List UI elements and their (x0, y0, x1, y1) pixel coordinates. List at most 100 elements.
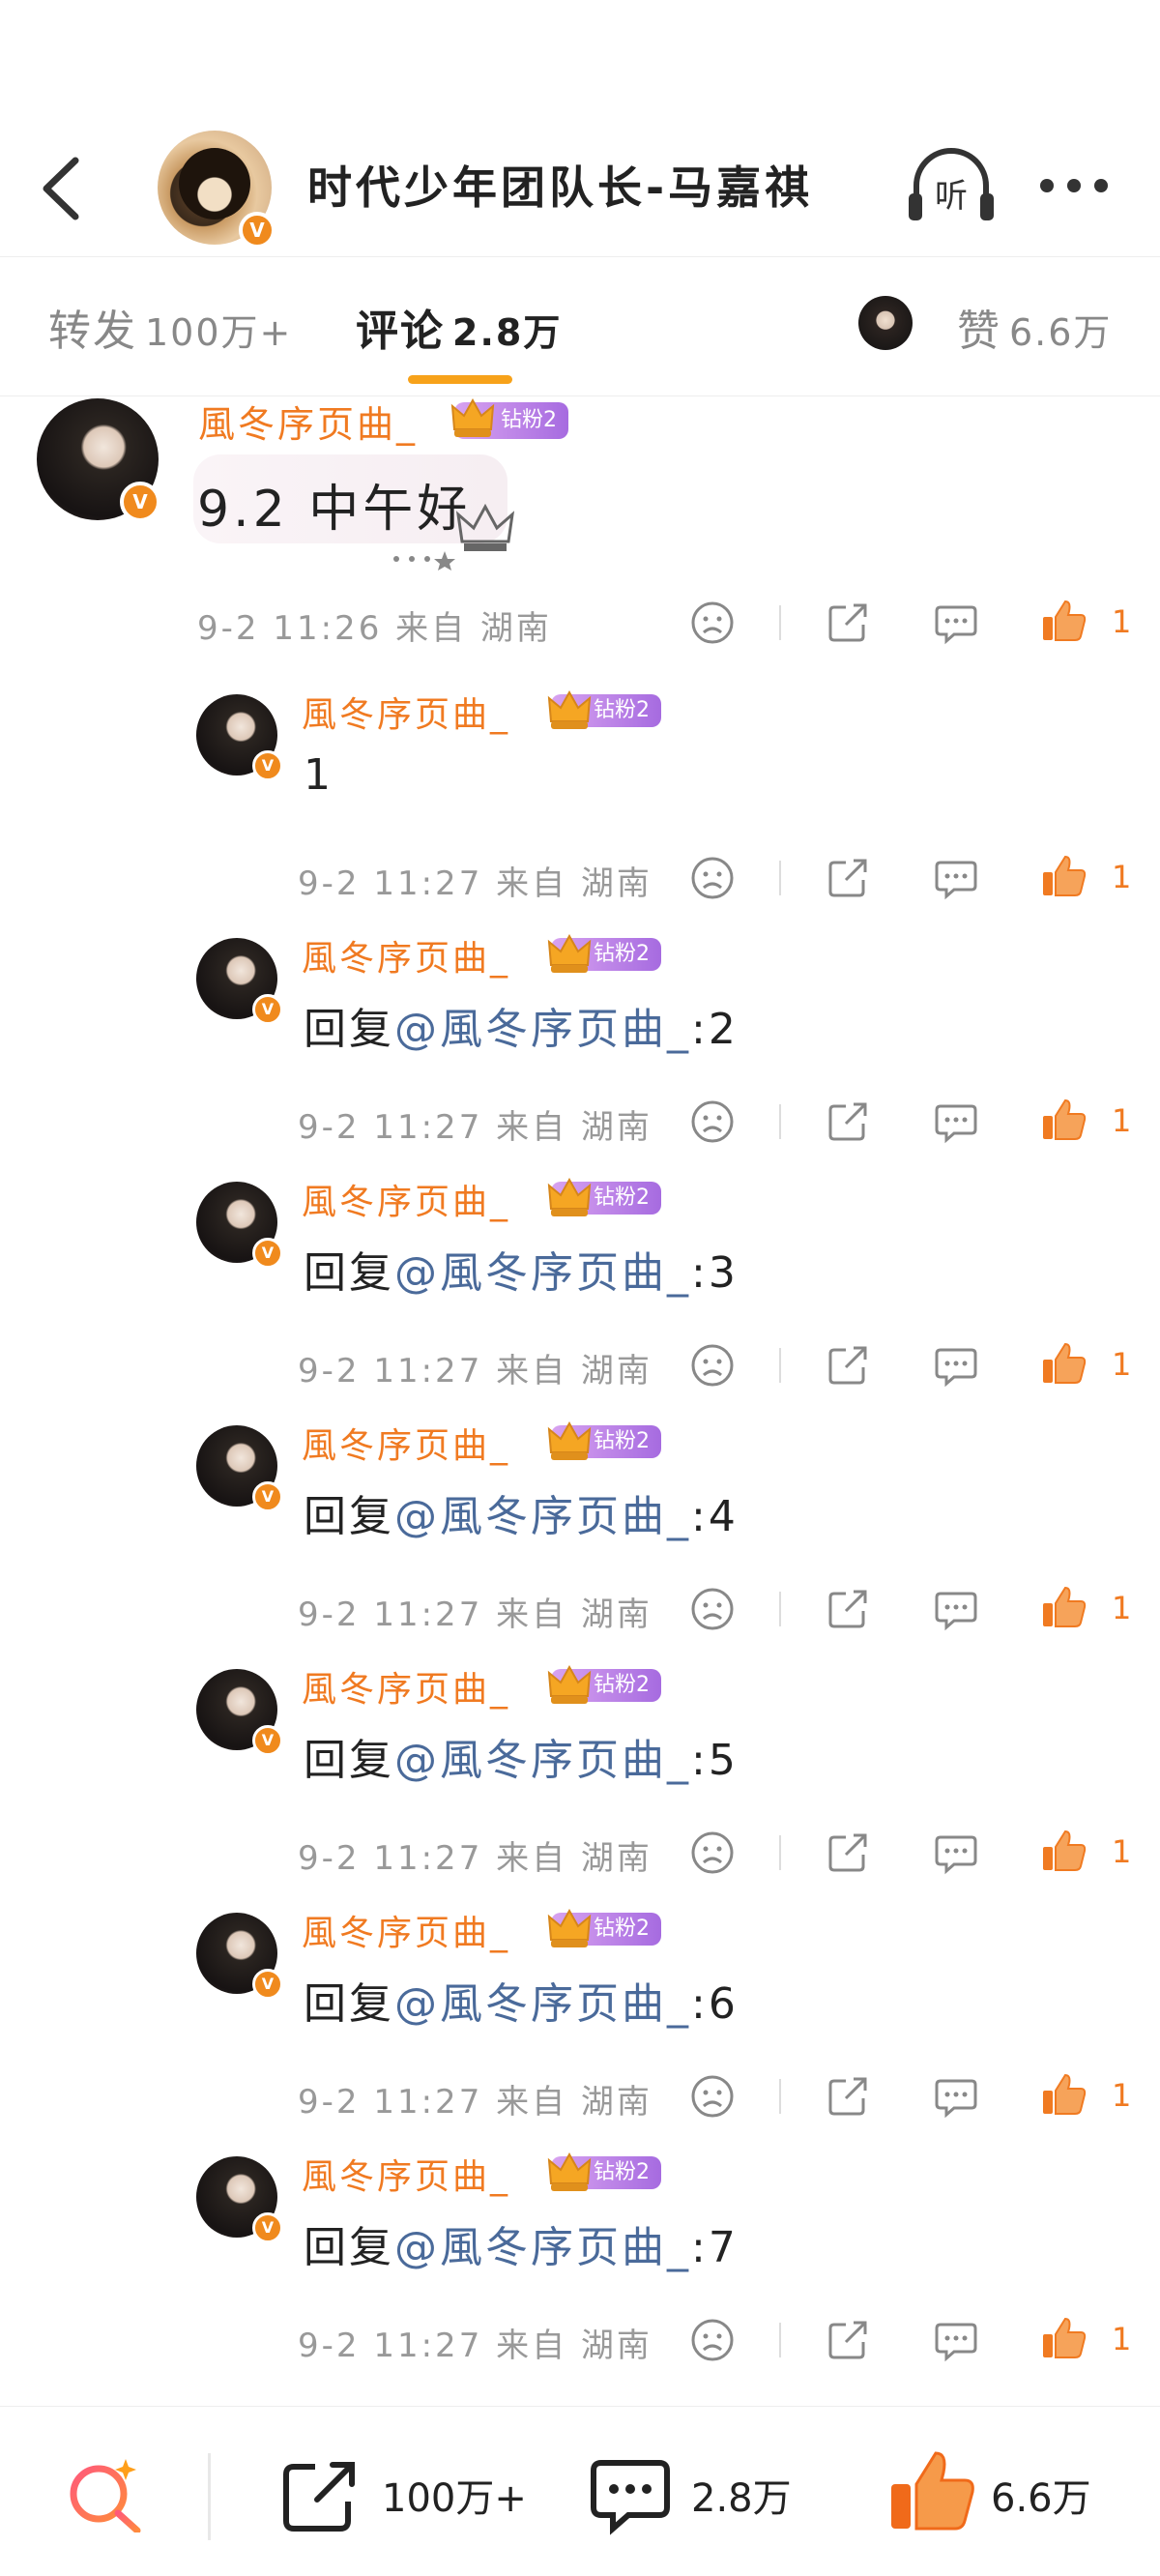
dislike-face-icon[interactable] (689, 1342, 736, 1389)
reply-meta: 9-2 11:27 来自 湖南 (298, 2327, 652, 2365)
divider (779, 1835, 781, 1870)
mention-link[interactable]: @風冬序页曲_ (394, 1492, 691, 1541)
dislike-face-icon[interactable] (689, 1830, 736, 1876)
share-icon[interactable] (825, 1098, 871, 1145)
dislike-face-icon[interactable] (689, 1098, 736, 1145)
tab-repost[interactable]: 转发 100万+ (48, 296, 292, 358)
thumbs-up-icon[interactable] (1040, 853, 1087, 899)
thumbs-up-icon[interactable] (1040, 2315, 1087, 2361)
reply-author-name[interactable]: 風冬序页曲_ (302, 1661, 510, 1712)
verified-badge-icon: V (252, 1969, 283, 2000)
like-count: 1 (1112, 2321, 1132, 2357)
divider (779, 861, 781, 895)
share-icon[interactable] (825, 1342, 871, 1389)
commenter-avatar[interactable]: V (37, 398, 160, 522)
more-icon[interactable] (1039, 178, 1109, 193)
listen-button[interactable]: 听 (907, 145, 996, 224)
reply-avatar[interactable]: V (196, 1425, 283, 1512)
reply-avatar[interactable]: V (196, 1669, 283, 1756)
fan-badge: 钻粉2 (547, 1420, 661, 1460)
thumbs-up-icon[interactable] (1040, 1340, 1087, 1387)
mention-link[interactable]: @風冬序页曲_ (394, 1248, 691, 1298)
reply-comment-icon[interactable] (933, 2317, 979, 2363)
reply-avatar[interactable]: V (196, 938, 283, 1025)
thumbs-up-icon[interactable] (1040, 1584, 1087, 1630)
reply-comment-icon[interactable] (933, 1342, 979, 1389)
fan-badge-label: 钻粉2 (594, 1673, 650, 1697)
reply-comment-icon[interactable] (933, 855, 979, 901)
fan-badge: 钻粉2 (450, 397, 568, 439)
share-icon[interactable] (825, 2317, 871, 2363)
reply-comment-icon[interactable] (933, 1098, 979, 1145)
like-count: 1 (1112, 859, 1132, 895)
verified-badge-icon: V (252, 994, 283, 1025)
reply-avatar[interactable]: V (196, 694, 283, 781)
dislike-face-icon[interactable] (689, 2317, 736, 2363)
reply-comment-icon[interactable] (933, 1830, 979, 1876)
reply-author-name[interactable]: 風冬序页曲_ (302, 1905, 510, 1955)
reply-prefix: 回复 (304, 1736, 394, 1785)
reply-comment-icon[interactable] (933, 600, 979, 646)
like-count: 1 (1112, 1346, 1132, 1383)
bottom-like-count: 6.6万 (991, 2476, 1091, 2521)
fan-badge: 钻粉2 (547, 689, 661, 729)
mention-link[interactable]: @風冬序页曲_ (394, 2223, 691, 2272)
share-icon[interactable] (825, 1586, 871, 1632)
reply-prefix: 回复 (304, 1005, 394, 1054)
mention-link[interactable]: @風冬序页曲_ (394, 1005, 691, 1054)
crown-icon (547, 1908, 592, 1947)
reply-text: 回复@風冬序页曲_:5 (304, 1725, 739, 1787)
dislike-face-icon[interactable] (689, 600, 736, 646)
crown-icon (547, 1664, 592, 1704)
reply-text: 回复@風冬序页曲_:6 (304, 1969, 739, 2031)
fan-badge: 钻粉2 (547, 933, 661, 973)
reply-avatar[interactable]: V (196, 2156, 283, 2243)
tab-like[interactable]: 赞 6.6万 (957, 296, 1112, 358)
search-sparkle-icon[interactable] (66, 2453, 145, 2532)
thumbs-up-icon[interactable] (1040, 598, 1087, 644)
reply-author-name[interactable]: 風冬序页曲_ (302, 687, 510, 737)
tab-comment[interactable]: 评论 2.8万 (356, 296, 562, 358)
comment-icon (591, 2460, 670, 2535)
fan-badge-label: 钻粉2 (501, 408, 557, 432)
fan-badge-label: 钻粉2 (594, 698, 650, 722)
reply-author-name[interactable]: 風冬序页曲_ (302, 930, 510, 981)
fan-badge-label: 钻粉2 (594, 942, 650, 966)
share-icon[interactable] (825, 855, 871, 901)
thumbs-up-icon[interactable] (1040, 1097, 1087, 1143)
reply-comment-icon[interactable] (933, 2073, 979, 2120)
author-name[interactable]: 时代少年团队长-马嘉祺 (307, 153, 813, 217)
fan-badge: 钻粉2 (547, 1908, 661, 1947)
reply-avatar[interactable]: V (196, 1182, 283, 1269)
divider (779, 605, 781, 640)
like-count: 1 (1112, 1833, 1132, 1870)
reply-suffix: :6 (691, 1979, 739, 2029)
mention-link[interactable]: @風冬序页曲_ (394, 1979, 691, 2029)
reply-author-name[interactable]: 風冬序页曲_ (302, 1174, 510, 1224)
tab-like-count: 6.6万 (1009, 311, 1113, 354)
mention-link[interactable]: @風冬序页曲_ (394, 1736, 691, 1785)
dislike-face-icon[interactable] (689, 1586, 736, 1632)
share-icon[interactable] (825, 600, 871, 646)
reply-suffix: :7 (691, 2223, 739, 2272)
reply-meta: 9-2 11:27 来自 湖南 (298, 1595, 652, 1634)
reply-text: 回复@風冬序页曲_:3 (304, 1238, 739, 1300)
share-icon[interactable] (825, 1830, 871, 1876)
thumbs-up-icon[interactable] (1040, 2071, 1087, 2118)
commenter-name[interactable]: 風冬序页曲_ (198, 395, 418, 448)
crown-icon (547, 1177, 592, 1216)
reply-author-name[interactable]: 風冬序页曲_ (302, 2149, 510, 2199)
reply-avatar[interactable]: V (196, 1913, 283, 2000)
back-arrow-icon[interactable] (39, 155, 87, 222)
reply-comment-icon[interactable] (933, 1586, 979, 1632)
author-avatar[interactable]: V (158, 131, 276, 249)
dislike-face-icon[interactable] (689, 855, 736, 901)
dislike-face-icon[interactable] (689, 2073, 736, 2120)
reply-prefix: 回复 (304, 1248, 394, 1298)
share-icon[interactable] (825, 2073, 871, 2120)
thumbs-up-icon[interactable] (1040, 1828, 1087, 1874)
crown-icon (547, 933, 592, 973)
verified-badge-icon: V (120, 482, 160, 522)
fan-badge-label: 钻粉2 (594, 1186, 650, 1210)
reply-author-name[interactable]: 風冬序页曲_ (302, 1418, 510, 1468)
